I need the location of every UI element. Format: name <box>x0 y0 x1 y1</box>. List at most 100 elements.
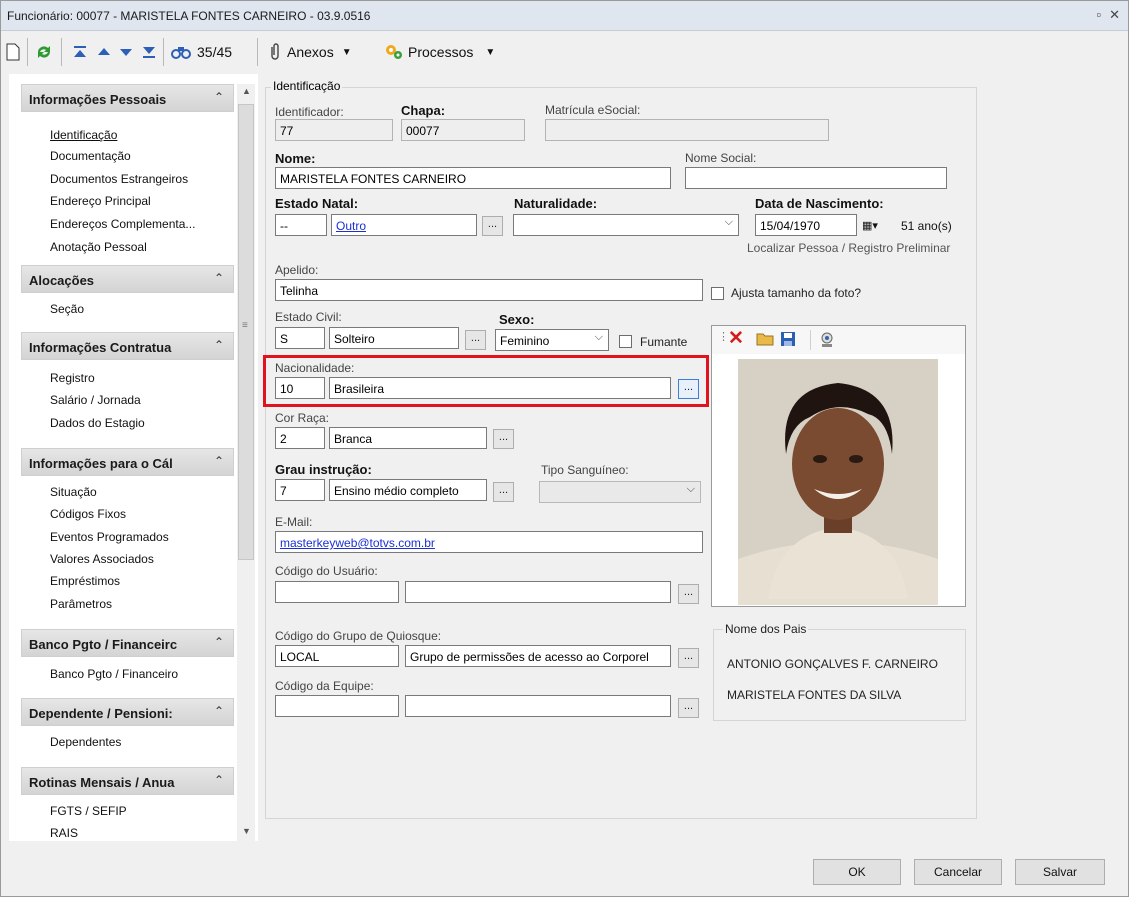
collapse-icon[interactable]: ⌃ <box>214 704 224 718</box>
tipo-sanguineo-select[interactable]: ⌵ <box>539 481 701 503</box>
previous-record-icon[interactable] <box>96 40 112 64</box>
equipe-desc[interactable] <box>405 695 671 717</box>
parents-title: Nome dos Pais <box>723 622 809 636</box>
email-field[interactable]: masterkeyweb@totvs.com.br <box>275 531 703 553</box>
nav-item[interactable]: Seção <box>50 302 84 316</box>
nav-section-header[interactable]: Informações para o Cál ⌃ <box>21 448 234 476</box>
nome-social-field[interactable] <box>685 167 947 189</box>
nav-item[interactable]: Salário / Jornada <box>50 393 141 407</box>
toolbar-separator <box>163 38 164 66</box>
chapa-field[interactable]: 00077 <box>401 119 525 141</box>
nav-section-header[interactable]: Informações Pessoais ⌃ <box>21 84 234 112</box>
cor-raca-lookup-button[interactable]: ... <box>493 429 514 449</box>
collapse-icon[interactable]: ⌃ <box>214 338 224 352</box>
processes-label: Processos <box>408 44 474 60</box>
save-photo-icon[interactable] <box>780 331 796 350</box>
nav-item[interactable]: Documentação <box>50 149 131 163</box>
apelido-label: Apelido: <box>275 263 319 277</box>
nascimento-field[interactable]: 15/04/1970 <box>755 214 857 236</box>
new-record-icon[interactable] <box>6 40 20 64</box>
codigo-usuario-desc[interactable] <box>405 581 671 603</box>
cancel-button[interactable]: Cancelar <box>914 859 1002 885</box>
identificador-field[interactable]: 77 <box>275 119 393 141</box>
estado-civil-desc[interactable]: Solteiro <box>329 327 459 349</box>
sexo-select[interactable]: Feminino ⌵ <box>495 329 609 351</box>
apelido-field[interactable]: Telinha <box>275 279 703 301</box>
scroll-thumb[interactable] <box>238 104 254 560</box>
fumante-checkbox[interactable] <box>619 335 632 348</box>
chevron-down-icon: ▼ <box>341 46 352 58</box>
tipo-sanguineo-label: Tipo Sanguíneo: <box>541 463 629 477</box>
nav-section-header[interactable]: Dependente / Pensioni: ⌃ <box>21 698 234 726</box>
localizar-pessoa-link[interactable]: Localizar Pessoa / Registro Preliminar <box>747 241 950 255</box>
nav-item[interactable]: Endereços Complementa... <box>50 217 195 231</box>
calendar-icon[interactable]: ▦▾ <box>862 216 878 234</box>
restore-icon[interactable]: ▫ <box>1096 7 1101 22</box>
nav-item[interactable]: Documentos Estrangeiros <box>50 172 188 186</box>
refresh-icon[interactable] <box>35 40 53 64</box>
quiosque-desc[interactable]: Grupo de permissões de acesso ao Corpore… <box>405 645 671 667</box>
collapse-icon[interactable]: ⌃ <box>214 635 224 649</box>
equipe-code[interactable] <box>275 695 399 717</box>
nav-section-header[interactable]: Rotinas Mensais / Anua ⌃ <box>21 767 234 795</box>
estado-natal-code[interactable]: -- <box>275 214 327 236</box>
estado-natal-desc[interactable]: Outro <box>331 214 477 236</box>
collapse-icon[interactable]: ⌃ <box>214 773 224 787</box>
quiosque-code[interactable]: LOCAL <box>275 645 399 667</box>
quiosque-lookup-button[interactable]: ... <box>678 648 699 668</box>
codigo-usuario-lookup-button[interactable]: ... <box>678 584 699 604</box>
nav-item[interactable]: Eventos Programados <box>50 530 169 544</box>
estado-civil-code[interactable]: S <box>275 327 325 349</box>
nav-item[interactable]: FGTS / SEFIP <box>50 804 127 818</box>
attachments-button[interactable]: Anexos ▼ <box>267 40 352 64</box>
nav-item[interactable]: Dependentes <box>50 735 121 749</box>
nav-item[interactable]: Códigos Fixos <box>50 507 126 521</box>
nav-section-header[interactable]: Alocações ⌃ <box>21 265 234 293</box>
delete-photo-icon[interactable]: ✕ <box>728 327 744 350</box>
webcam-icon[interactable] <box>818 331 836 351</box>
nav-item[interactable]: Anotação Pessoal <box>50 240 147 254</box>
nav-item[interactable]: Situação <box>50 485 97 499</box>
codigo-usuario-field[interactable] <box>275 581 399 603</box>
nav-item[interactable]: Identificação <box>50 128 117 142</box>
estado-natal-lookup-button[interactable]: ... <box>482 216 503 236</box>
close-icon[interactable]: ✕ <box>1109 7 1120 22</box>
scroll-up-icon[interactable]: ▲ <box>242 86 251 96</box>
nav-item[interactable]: Registro <box>50 371 95 385</box>
chevron-down-icon: ⌵ <box>686 483 695 495</box>
nav-section-header[interactable]: Informações Contratua ⌃ <box>21 332 234 360</box>
nav-item[interactable]: RAIS <box>50 826 78 840</box>
matricula-field[interactable] <box>545 119 829 141</box>
first-record-icon[interactable] <box>72 40 88 64</box>
nome-field[interactable]: MARISTELA FONTES CARNEIRO <box>275 167 671 189</box>
find-record-icon[interactable] <box>171 40 191 64</box>
estado-civil-lookup-button[interactable]: ... <box>465 330 486 350</box>
open-folder-icon[interactable] <box>756 331 776 350</box>
collapse-icon[interactable]: ⌃ <box>214 90 224 104</box>
collapse-icon[interactable]: ⌃ <box>214 454 224 468</box>
grau-instrucao-lookup-button[interactable]: ... <box>493 482 514 502</box>
nav-item[interactable]: Banco Pgto / Financeiro <box>50 667 178 681</box>
last-record-icon[interactable] <box>141 40 157 64</box>
navigation-panel: Informações Pessoais ⌃ Identificação Docume… <box>9 74 258 841</box>
nav-item[interactable]: Dados do Estagio <box>50 416 145 430</box>
nav-item[interactable]: Endereço Principal <box>50 194 151 208</box>
cor-raca-desc[interactable]: Branca <box>329 427 487 449</box>
nav-item[interactable]: Empréstimos <box>50 574 120 588</box>
naturalidade-select[interactable]: ⌵ <box>513 214 739 236</box>
grau-instrucao-code[interactable]: 7 <box>275 479 325 501</box>
save-button[interactable]: Salvar <box>1015 859 1105 885</box>
grau-instrucao-desc[interactable]: Ensino médio completo <box>329 479 487 501</box>
nav-item[interactable]: Parâmetros <box>50 597 112 611</box>
collapse-icon[interactable]: ⌃ <box>214 271 224 285</box>
cor-raca-code[interactable]: 2 <box>275 427 325 449</box>
scroll-down-icon[interactable]: ▼ <box>242 826 251 836</box>
nav-scrollbar[interactable]: ▲ ≡ ▼ <box>237 84 255 841</box>
next-record-icon[interactable] <box>118 40 134 64</box>
equipe-lookup-button[interactable]: ... <box>678 698 699 718</box>
nav-section-header[interactable]: Banco Pgto / Financeirc ⌃ <box>21 629 234 657</box>
nav-item[interactable]: Valores Associados <box>50 552 154 566</box>
ajusta-foto-checkbox[interactable] <box>711 287 724 300</box>
processes-button[interactable]: Processos ▼ <box>384 40 495 64</box>
ok-button[interactable]: OK <box>813 859 901 885</box>
